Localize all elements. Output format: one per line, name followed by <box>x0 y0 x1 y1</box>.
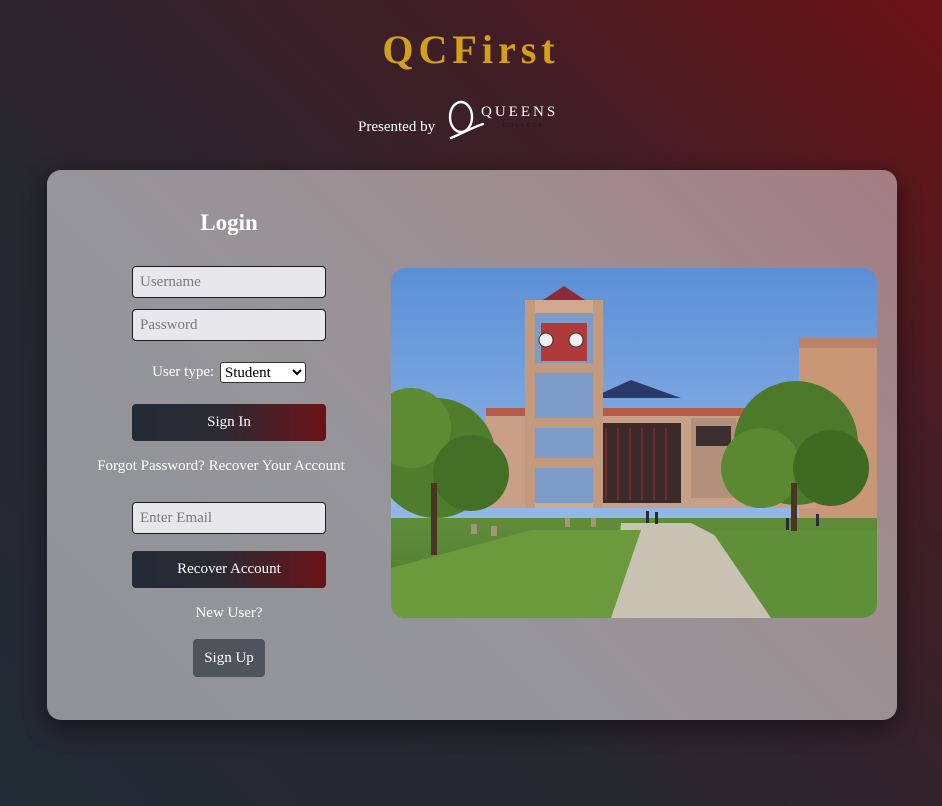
login-form: Login User type: Student Sign In Forgot … <box>47 170 411 720</box>
campus-photo <box>391 268 877 618</box>
logo-sub: COLLEGE <box>503 123 544 129</box>
login-title: Login <box>200 210 258 235</box>
email-input[interactable] <box>132 502 326 534</box>
recover-account-button[interactable]: Recover Account <box>132 551 326 588</box>
sign-in-button[interactable]: Sign In <box>132 404 326 441</box>
login-card: Login User type: Student Sign In Forgot … <box>47 170 897 720</box>
logo-name: QUEENS <box>481 104 558 120</box>
presented-by: Presented by QUEENS COLLEGE <box>358 98 573 142</box>
presented-by-label: Presented by <box>358 118 436 135</box>
password-input[interactable] <box>132 309 326 341</box>
site-title: QCFirst <box>382 27 560 72</box>
username-input[interactable] <box>132 266 326 298</box>
forgot-password-text: Forgot Password? Recover Your Account <box>97 458 345 474</box>
new-user-text: New User? <box>195 605 263 621</box>
sign-up-button[interactable]: Sign Up <box>193 639 265 677</box>
user-type-row: User type: Student <box>47 362 411 383</box>
queens-college-logo: QUEENS COLLEGE <box>443 98 573 142</box>
user-type-select[interactable]: Student <box>219 362 306 383</box>
user-type-label: User type: <box>152 363 215 380</box>
